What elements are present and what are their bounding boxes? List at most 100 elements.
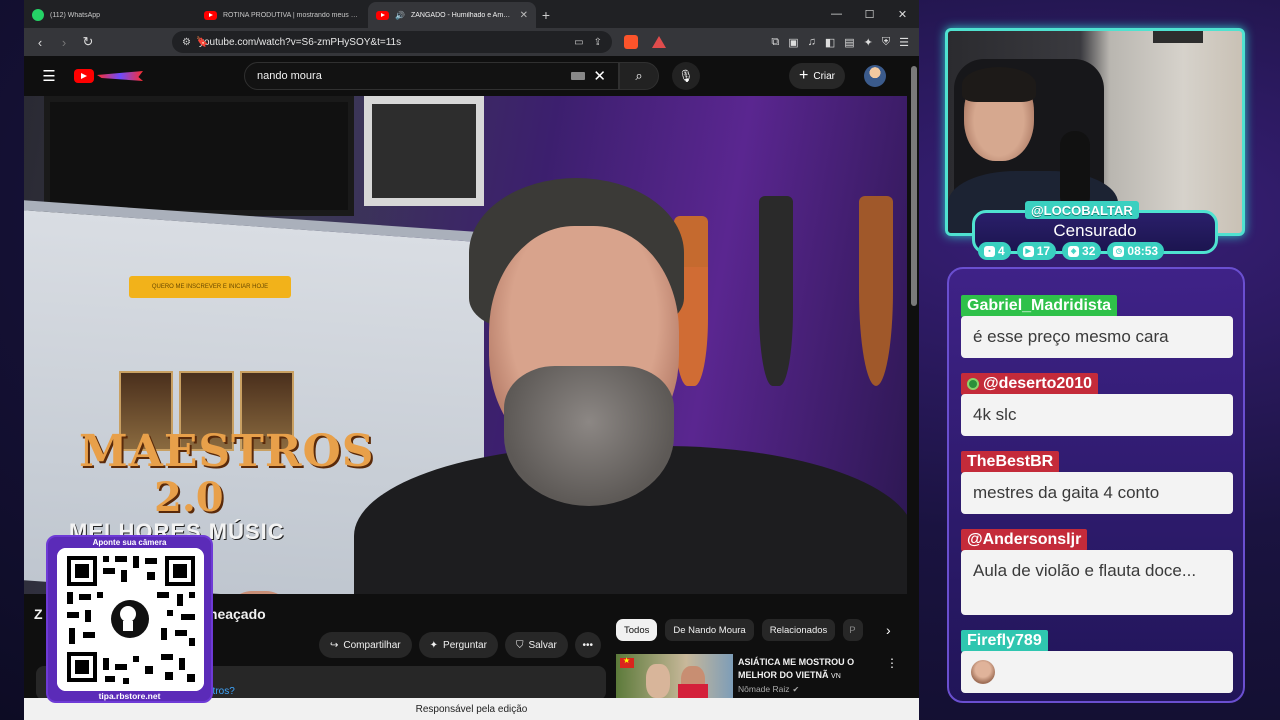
- video-title-end: meaçado: [205, 606, 266, 622]
- stat-value: 08:53: [1127, 244, 1159, 258]
- maximize-icon[interactable]: ☐: [853, 0, 886, 28]
- site-info-icon[interactable]: ⚙: [182, 37, 191, 48]
- back-icon[interactable]: ‹: [30, 32, 50, 52]
- save-button[interactable]: ⛉ Salvar: [504, 632, 568, 658]
- stat-value: 32: [1082, 244, 1096, 258]
- wall-poster: [364, 96, 484, 206]
- clear-icon[interactable]: ✕: [593, 67, 606, 85]
- chat-username: @Andersonsljr: [961, 529, 1088, 551]
- cast-icon[interactable]: ▭: [574, 37, 583, 48]
- wallet-icon[interactable]: ▤: [844, 36, 854, 49]
- tab-whatsapp[interactable]: (112) WhatsApp: [24, 2, 196, 28]
- screenshot-icon[interactable]: ▣: [788, 36, 798, 49]
- create-label: Criar: [813, 70, 836, 82]
- share-icon[interactable]: ⇪: [594, 37, 602, 48]
- close-window-icon[interactable]: ✕: [886, 0, 919, 28]
- recommended-title-suffix: VN: [831, 673, 841, 680]
- speaker-icon[interactable]: 🔊: [395, 11, 405, 20]
- chat-message: 4k slc: [961, 394, 1233, 436]
- chip-relacionados[interactable]: Relacionados: [761, 619, 836, 641]
- maestros-version: 2.0: [154, 474, 224, 521]
- clock-icon: ◷: [1113, 245, 1125, 257]
- video-thumbnail[interactable]: [616, 654, 733, 698]
- ask-button[interactable]: ✦ Perguntar: [418, 632, 498, 658]
- qr-code: [57, 548, 204, 691]
- tab-rotina-produtiva[interactable]: ROTINA PRODUTIVA | mostrando meus hábi: [196, 2, 368, 28]
- microphone: [1060, 131, 1090, 211]
- chat-username: Firefly789: [961, 630, 1048, 652]
- sidebar-icon[interactable]: ◧: [825, 36, 835, 49]
- search-button[interactable]: ⌕: [619, 62, 659, 90]
- chat-username-text: @Andersonsljr: [967, 531, 1082, 548]
- stat-chat: ▪ 4: [978, 242, 1011, 260]
- kick-icon: ◈: [1068, 245, 1080, 257]
- chat-message: mestres da gaita 4 conto: [961, 472, 1233, 514]
- chip-more[interactable]: P: [843, 619, 864, 641]
- streamer-hair: [962, 67, 1036, 102]
- tab-zangado[interactable]: 🔊 ZANGADO - Humilhado e Ameaça ✕: [368, 2, 536, 28]
- chip-de-nando-moura[interactable]: De Nando Moura: [665, 619, 754, 641]
- plus-icon: +: [799, 67, 809, 84]
- youtube-icon: [74, 69, 94, 83]
- chat-message: Aula de violão e flauta doce...: [961, 550, 1233, 615]
- verified-icon: ✔: [792, 684, 800, 694]
- stat-youtube: ▶ 17: [1016, 242, 1057, 260]
- share-label: Compartilhar: [343, 639, 401, 651]
- qr-footer: tipa.rbstore.net: [98, 691, 161, 701]
- close-tab-icon[interactable]: ✕: [520, 10, 528, 21]
- recommended-video[interactable]: ASIÁTICA ME MOSTROU O MELHOR DO VIETNÃ V…: [616, 654, 906, 698]
- chat-icon: ▪: [984, 245, 995, 257]
- brave-rewards-icon[interactable]: [652, 36, 666, 48]
- chat-message: [961, 651, 1233, 693]
- recommended-title[interactable]: ASIÁTICA ME MOSTROU O MELHOR DO VIETNÃ V…: [738, 656, 868, 683]
- streamer-handle: @LOCOBALTAR: [1025, 201, 1139, 219]
- more-vert-icon[interactable]: ⋮: [886, 656, 898, 670]
- chat-username: @deserto2010: [961, 373, 1098, 395]
- create-button[interactable]: + Criar: [789, 63, 846, 89]
- more-actions-button[interactable]: •••: [574, 632, 601, 658]
- qr-overlay: Aponte sua câmera tipa.rbstore.net: [46, 535, 213, 703]
- vietnam-flag-icon: [620, 656, 634, 668]
- share-button[interactable]: ↪ Compartilhar: [319, 632, 412, 658]
- qr-header: Aponte sua câmera: [92, 538, 167, 547]
- voice-search-button[interactable]: 🎙: [672, 62, 700, 90]
- chat-username-text: TheBestBR: [967, 453, 1054, 470]
- bookmark-icon[interactable]: 🔖: [196, 37, 208, 48]
- video-cta-banner: QUERO ME INSCREVER E INICIAR HOJE: [129, 276, 291, 298]
- hamburger-menu-icon[interactable]: ☰: [24, 67, 74, 85]
- vpn-icon[interactable]: ⛨: [882, 36, 890, 49]
- menu-icon[interactable]: ☰: [899, 36, 909, 49]
- share-icon: ↪: [330, 639, 339, 651]
- search-input[interactable]: nando moura ✕: [244, 62, 619, 90]
- sparkle-icon: ✦: [429, 639, 439, 651]
- new-tab-button[interactable]: +: [536, 2, 556, 28]
- maestros-title: MAESTROS: [79, 426, 375, 477]
- microphone-icon: 🎙: [678, 69, 694, 83]
- youtube-icon: ▶: [1022, 245, 1034, 257]
- video-player[interactable]: QUERO ME INSCREVER E INICIAR HOJE MAESTR…: [24, 96, 907, 594]
- channel-name: Nômade Raiz: [738, 684, 790, 694]
- youtube-logo[interactable]: [74, 69, 143, 83]
- scrollbar-thumb[interactable]: [911, 66, 917, 306]
- save-label: Salvar: [528, 639, 557, 651]
- chat-username-text: Gabriel_Madridista: [967, 297, 1112, 314]
- keyboard-icon[interactable]: [571, 72, 586, 80]
- guitar: [859, 196, 893, 386]
- address-bar[interactable]: 🔖 ⚙ youtube.com/watch?v=S6-zmPHySOY&t=11…: [172, 31, 612, 53]
- guitar: [759, 196, 793, 386]
- chip-todos[interactable]: Todos: [616, 619, 658, 641]
- recommended-channel[interactable]: Nômade Raiz ✔: [738, 684, 799, 694]
- leo-ai-icon[interactable]: ✦: [864, 36, 873, 49]
- stream-stats: ▪ 4 ▶ 17 ◈ 32 ◷ 08:53: [978, 242, 1165, 260]
- chevron-right-icon[interactable]: ›: [877, 619, 899, 641]
- forward-icon[interactable]: ›: [54, 32, 74, 52]
- media-icon[interactable]: ♫: [808, 36, 816, 49]
- video-title-start: Z: [34, 606, 43, 622]
- brave-shields-icon[interactable]: [624, 35, 638, 49]
- extensions-icon[interactable]: ⧉: [771, 36, 779, 49]
- avatar[interactable]: [864, 65, 886, 87]
- scrollbar[interactable]: [909, 56, 919, 698]
- reload-icon[interactable]: ↻: [78, 32, 98, 52]
- search-icon: ⌕: [635, 68, 643, 83]
- minimize-icon[interactable]: —: [820, 0, 853, 28]
